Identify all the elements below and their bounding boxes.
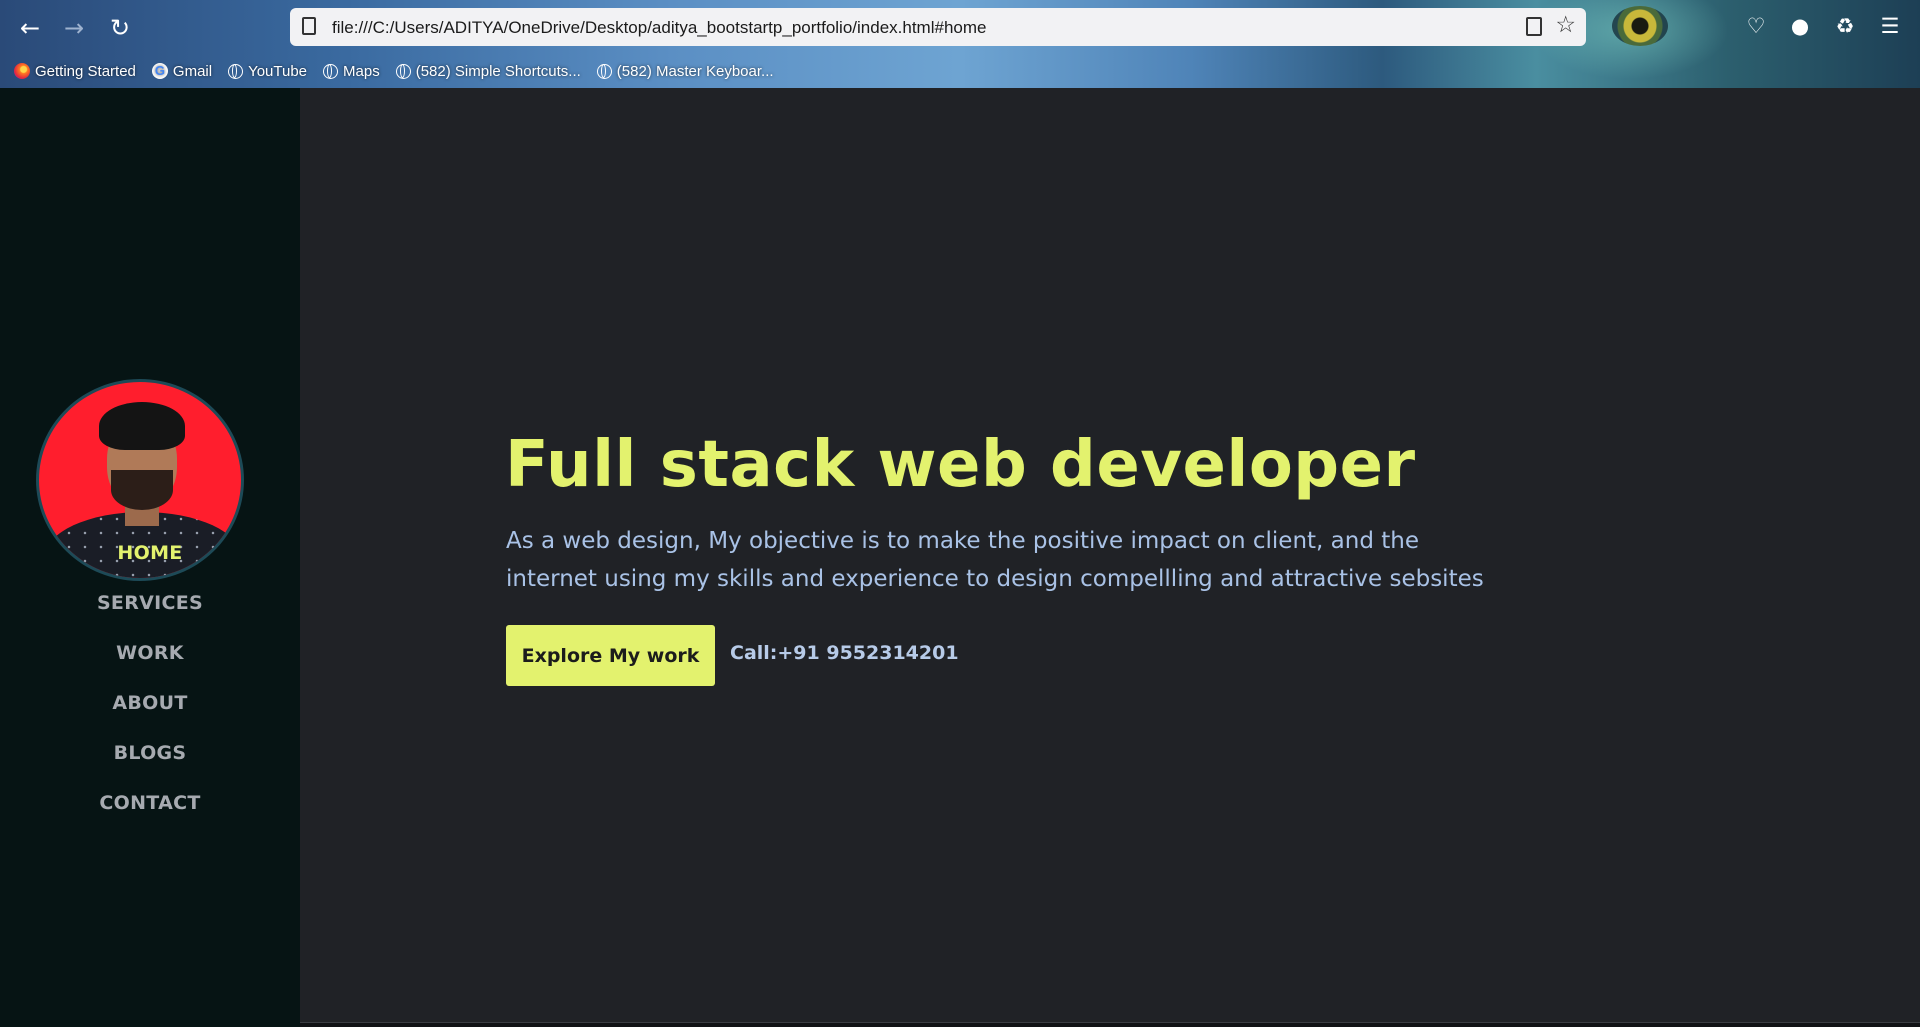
nav-item-services[interactable]: SERVICES [0, 578, 300, 628]
globe-icon [395, 63, 411, 79]
hero-section: Full stack web developer As a web design… [300, 88, 1920, 1022]
bookmark-star-icon[interactable]: ☆ [1555, 12, 1576, 38]
globe-icon [596, 63, 612, 79]
nav-item-work[interactable]: WORK [0, 628, 300, 678]
bookmark-maps[interactable]: Maps [323, 60, 380, 82]
url-text[interactable]: file:///C:/Users/ADITYA/OneDrive/Desktop… [332, 18, 986, 38]
bookmark-label: (582) Master Keyboar... [616, 62, 774, 80]
globe-icon [228, 63, 244, 79]
background-art [1612, 6, 1668, 46]
bookmark-label: (582) Simple Shortcuts... [415, 62, 581, 80]
bookmark-youtube[interactable]: YouTube [228, 60, 307, 82]
avatar-hair [99, 402, 185, 450]
google-icon: G [151, 63, 168, 79]
forward-icon[interactable]: → [60, 14, 88, 42]
avatar-beard [111, 470, 173, 510]
extensions-icon[interactable]: ♻ [1831, 12, 1859, 40]
bookmark-simple-shortcuts[interactable]: (582) Simple Shortcuts... [395, 60, 581, 82]
hero-description: As a web design, My objective is to make… [506, 528, 1484, 592]
explore-work-button[interactable]: Explore My work [506, 625, 715, 686]
sidebar: HOME SERVICES WORK ABOUT BLOGS CONTACT [0, 88, 300, 1027]
bookmark-getting-started[interactable]: Getting Started [14, 60, 136, 82]
bookmark-label: Getting Started [35, 62, 136, 80]
account-icon[interactable]: ● [1786, 12, 1814, 40]
firefox-icon [14, 63, 30, 79]
bookmark-label: YouTube [248, 62, 308, 80]
call-number[interactable]: Call:+91 9552314201 [730, 642, 959, 664]
nav-item-home[interactable]: HOME [0, 528, 300, 578]
page-icon [302, 17, 316, 35]
browser-chrome: ← → ↻ file:///C:/Users/ADITYA/OneDrive/D… [0, 0, 1920, 88]
back-icon[interactable]: ← [16, 14, 44, 42]
bookmarks-bar: Getting Started G Gmail YouTube Maps (58… [14, 60, 774, 82]
address-bar[interactable]: file:///C:/Users/ADITYA/OneDrive/Desktop… [290, 8, 1586, 46]
bookmark-label: Maps [343, 62, 380, 80]
reader-view-icon[interactable] [1526, 17, 1542, 36]
reload-icon[interactable]: ↻ [106, 14, 134, 42]
nav-menu: HOME SERVICES WORK ABOUT BLOGS CONTACT [0, 528, 300, 828]
nav-item-about[interactable]: ABOUT [0, 678, 300, 728]
nav-item-blogs[interactable]: BLOGS [0, 728, 300, 778]
bookmark-gmail[interactable]: G Gmail [151, 60, 213, 82]
menu-icon[interactable]: ☰ [1876, 12, 1904, 40]
hero-title: Full stack web developer [505, 428, 1416, 502]
bookmark-label: Gmail [172, 62, 213, 80]
globe-icon [323, 63, 339, 79]
nav-item-contact[interactable]: CONTACT [0, 778, 300, 828]
pocket-icon[interactable]: ♡ [1742, 12, 1770, 40]
bookmark-master-keyboard[interactable]: (582) Master Keyboar... [596, 60, 774, 82]
bottom-divider [300, 1022, 1920, 1027]
